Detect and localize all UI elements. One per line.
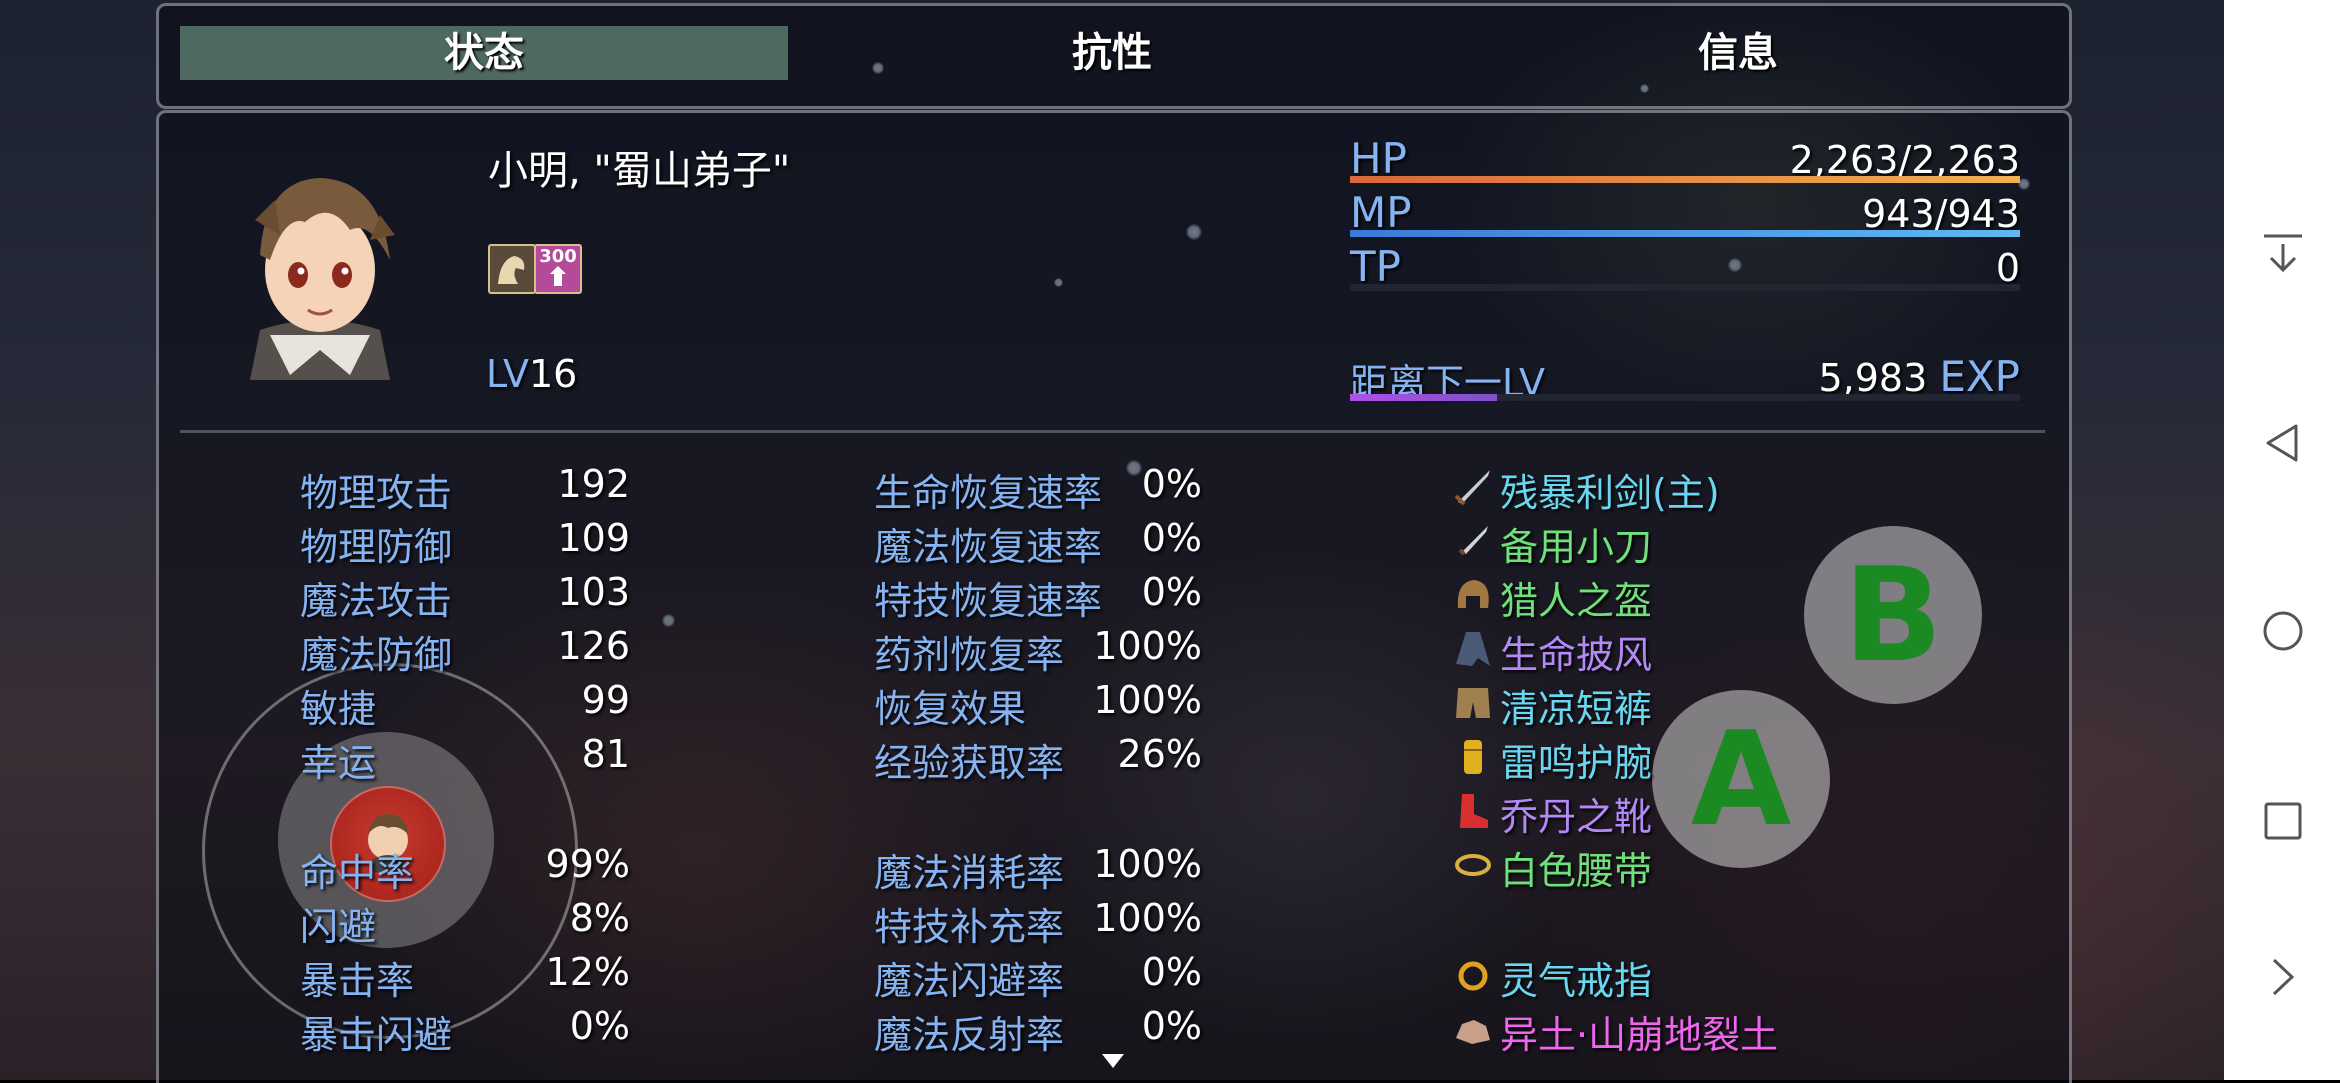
xparam-row-label: 闪避 — [300, 905, 377, 949]
sparam-row-value: 0% — [1141, 1004, 1202, 1048]
equipment-item-name[interactable]: 清凉短裤 — [1500, 678, 1652, 733]
param-row-value: 99 — [581, 678, 630, 722]
exp-gauge-fill — [1350, 394, 1498, 401]
action-button-b[interactable]: B — [1804, 526, 1982, 704]
hp-gauge-fill — [1350, 176, 2020, 183]
sparam-row-value: 0% — [1141, 570, 1202, 614]
status-icon-strength — [488, 244, 536, 294]
level-value: 16 — [529, 352, 578, 396]
exp-gauge — [1350, 394, 2020, 401]
sparam-row-value: 100% — [1093, 624, 1202, 668]
status-icon-boost-text: 300 — [539, 246, 577, 267]
param-row-label: 物理攻击 — [300, 471, 453, 515]
mp-gauge — [1350, 230, 2020, 237]
xparam-row-label: 命中率 — [300, 851, 415, 895]
sparam-row-label: 魔法消耗率 — [874, 851, 1065, 895]
sparam-row-value: 100% — [1093, 896, 1202, 940]
tab-status[interactable]: 状态 — [180, 24, 788, 84]
sparam-row-label: 魔法反射率 — [874, 1013, 1065, 1057]
earth-icon — [1456, 1020, 1490, 1044]
sparam-row-label: 魔法闪避率 — [874, 959, 1065, 1003]
tab-info[interactable]: 信息 — [1434, 24, 2042, 84]
param-row-label: 幸运 — [300, 741, 377, 785]
equipment-item-name[interactable]: 残暴利剑(主) — [1500, 462, 1720, 517]
sparam-row-value: 100% — [1093, 678, 1202, 722]
sparam-row-value: 0% — [1141, 462, 1202, 506]
xparam-row-label: 暴击率 — [300, 959, 415, 1003]
bracer-icon — [1464, 740, 1482, 774]
param-row-value: 81 — [581, 732, 630, 776]
home-icon[interactable] — [2262, 610, 2304, 652]
status-icon-boost: 300 — [534, 244, 582, 294]
level-label: LV — [486, 352, 529, 396]
boots-icon — [1460, 794, 1488, 828]
xparam-row-value: 12% — [545, 950, 630, 994]
tab-resistance[interactable]: 抗性 — [808, 24, 1416, 84]
equipment-item-name[interactable]: 异土·山崩地裂土 — [1500, 1004, 1778, 1059]
equipment-item-name[interactable]: 灵气戒指 — [1500, 950, 1652, 1005]
sparam-row-value: 26% — [1117, 732, 1202, 776]
system-navigation-bar — [2224, 0, 2340, 1080]
param-row-value: 126 — [557, 624, 630, 668]
sparam-row-label: 经验获取率 — [874, 741, 1065, 785]
param-row-label: 物理防御 — [300, 525, 453, 569]
back-icon[interactable] — [2262, 422, 2304, 464]
xparam-row-value: 99% — [545, 842, 630, 886]
xparam-row-value: 0% — [569, 1004, 630, 1048]
equipment-item-name[interactable]: 白色腰带 — [1500, 840, 1652, 895]
level-display: LV16 — [486, 352, 577, 396]
equipment-item-name[interactable]: 备用小刀 — [1500, 516, 1652, 571]
recents-icon[interactable] — [2262, 800, 2304, 842]
param-row-label: 魔法防御 — [300, 633, 453, 677]
character-portrait — [250, 178, 395, 380]
param-row-value: 103 — [557, 570, 630, 614]
character-name: 小明, "蜀山弟子" — [488, 148, 791, 194]
action-button-a[interactable]: A — [1652, 690, 1830, 868]
equipment-item-name[interactable]: 猎人之盔 — [1500, 570, 1652, 625]
sparam-row-value: 0% — [1141, 516, 1202, 560]
param-row-value: 192 — [557, 462, 630, 506]
scroll-down-icon[interactable] — [1100, 1052, 1126, 1070]
equipment-item-name[interactable]: 生命披风 — [1500, 624, 1652, 679]
sparam-row-value: 0% — [1141, 950, 1202, 994]
param-row-label: 敏捷 — [300, 687, 377, 731]
tp-gauge — [1350, 284, 2020, 291]
mp-gauge-fill — [1350, 230, 2020, 237]
param-row-value: 109 — [557, 516, 630, 560]
xparam-row-value: 8% — [569, 896, 630, 940]
section-divider — [180, 430, 2045, 433]
sparam-row-label: 恢复效果 — [874, 687, 1027, 731]
sword-icon — [1454, 470, 1490, 506]
ring-icon — [1458, 961, 1488, 991]
belt-icon — [1455, 854, 1491, 876]
helmet-icon — [1457, 580, 1489, 608]
hp-gauge — [1350, 176, 2020, 183]
forward-icon[interactable] — [2262, 956, 2304, 998]
dagger-icon — [1458, 526, 1488, 556]
sparam-row-label: 药剂恢复率 — [874, 633, 1065, 677]
xparam-row-label: 暴击闪避 — [300, 1013, 453, 1057]
cloak-icon — [1456, 632, 1490, 666]
equipment-item-name[interactable]: 雷鸣护腕 — [1500, 732, 1652, 787]
sparam-row-value: 100% — [1093, 842, 1202, 886]
collapse-icon[interactable] — [2262, 232, 2304, 274]
sparam-row-label: 特技补充率 — [874, 905, 1065, 949]
equipment-item-name[interactable]: 乔丹之靴 — [1500, 786, 1652, 841]
param-row-label: 魔法攻击 — [300, 579, 453, 623]
shorts-icon — [1456, 688, 1490, 718]
